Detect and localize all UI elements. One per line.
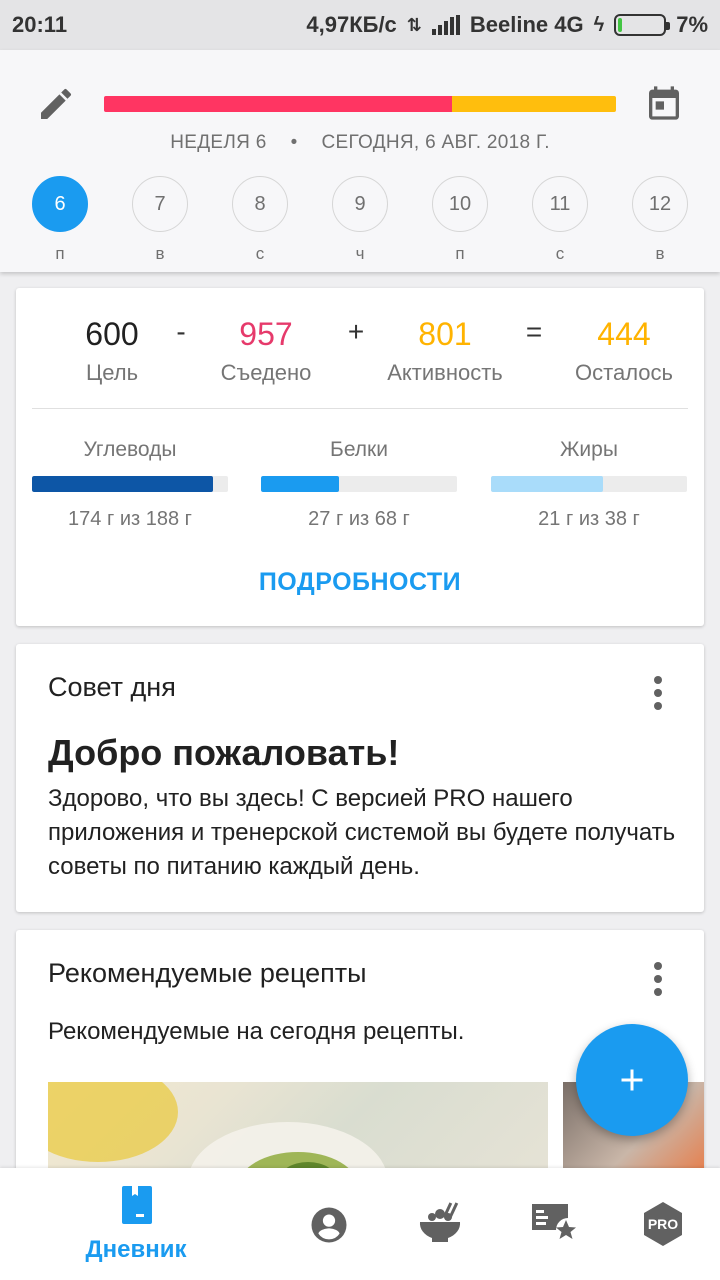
- activity-label: Активность: [387, 360, 503, 385]
- calorie-summary-card: 600 Цель - 957 Съедено + 801 Активность …: [16, 288, 704, 626]
- more-options-icon[interactable]: [654, 962, 664, 1001]
- calorie-progress-bar: [104, 96, 616, 112]
- nav-diary-label: Дневник: [85, 1236, 187, 1263]
- tip-card-title: Совет дня: [48, 672, 176, 702]
- goal-block: 600 Цель: [52, 314, 172, 386]
- status-right: 4,97КБ/с ⇅ Beeline 4G ϟ 7%: [306, 12, 708, 38]
- day-selector-item[interactable]: 12 в: [632, 176, 688, 264]
- day-letter: п: [455, 244, 465, 263]
- tip-heading: Добро пожаловать!: [48, 732, 400, 773]
- food-bowl-icon: [419, 1202, 461, 1242]
- day-selector-item[interactable]: 8с: [232, 176, 288, 264]
- macro-item: Жиры 21 г из 38 г: [491, 438, 687, 531]
- calendar-icon[interactable]: [644, 82, 684, 124]
- edit-pencil-icon[interactable]: [36, 84, 76, 124]
- more-options-icon[interactable]: [654, 676, 664, 715]
- week-label: НЕДЕЛЯ 6: [170, 132, 267, 153]
- plus-operator: +: [347, 316, 365, 347]
- day-selector-item[interactable]: 10 п: [432, 176, 488, 264]
- today-label: СЕГОДНЯ, 6 АВГ. 2018 Г.: [321, 132, 550, 153]
- goal-label: Цель: [85, 360, 139, 385]
- summary-divider: [32, 408, 688, 409]
- battery-icon: [614, 14, 671, 36]
- day-number: 11: [532, 176, 588, 232]
- eaten-label: Съедено: [220, 360, 312, 385]
- remaining-label: Осталось: [575, 360, 673, 385]
- day-letter: с: [555, 244, 565, 263]
- status-time: 20:11: [12, 12, 68, 37]
- macro-value: 27 г из 68 г: [308, 508, 410, 530]
- goal-value: 600: [85, 316, 139, 352]
- remaining-value: 444: [597, 316, 651, 352]
- nav-profile[interactable]: [300, 1168, 360, 1280]
- equals-operator: =: [525, 316, 543, 347]
- macro-progress-fill: [491, 476, 603, 492]
- activity-block: 801 Активность: [372, 314, 518, 386]
- charging-icon: ϟ: [593, 13, 605, 36]
- plus-icon: [621, 1069, 643, 1091]
- calorie-remaining-segment: [452, 96, 616, 112]
- day-selector-item[interactable]: 6п: [32, 176, 88, 264]
- nav-diary[interactable]: Дневник: [76, 1168, 196, 1280]
- add-entry-button[interactable]: [576, 1024, 688, 1136]
- diary-header: НЕДЕЛЯ 6 • СЕГОДНЯ, 6 АВГ. 2018 Г. 6п7в8с9…: [0, 50, 720, 272]
- calorie-eaten-segment: [104, 96, 453, 112]
- day-letter: в: [655, 244, 665, 263]
- nav-plans[interactable]: [524, 1168, 584, 1280]
- macro-name: Белки: [330, 438, 388, 461]
- nav-recipes[interactable]: [410, 1168, 470, 1280]
- macro-progress-track: [261, 476, 457, 492]
- diary-book-icon: [122, 1186, 152, 1224]
- day-selector-item[interactable]: 7в: [132, 176, 188, 264]
- macro-progress-fill: [261, 476, 340, 492]
- day-letter: с: [255, 244, 265, 263]
- day-selector-item[interactable]: 9ч: [332, 176, 388, 264]
- day-selector-item[interactable]: 11 с: [532, 176, 588, 264]
- eaten-block: 957 Съедено: [206, 314, 326, 386]
- tip-of-day-card: Совет дня Добро пожаловать! Здорово, что…: [16, 644, 704, 912]
- macro-progress-track: [32, 476, 228, 492]
- day-letter: п: [55, 244, 65, 263]
- macro-name: Жиры: [560, 438, 618, 461]
- macro-progress-track: [491, 476, 687, 492]
- day-letter: в: [155, 244, 165, 263]
- tip-body: Здорово, что вы здесь! С версией PRO наш…: [48, 785, 676, 880]
- day-number: 6: [32, 176, 88, 232]
- signal-icon: [431, 15, 460, 35]
- day-number: 12: [632, 176, 688, 232]
- day-letter: ч: [355, 244, 365, 263]
- bottom-navigation: Дневник PRO: [0, 1168, 720, 1280]
- activity-value: 801: [418, 316, 472, 352]
- status-bar: 20:11 4,97КБ/с ⇅ Beeline 4G ϟ 7%: [0, 0, 720, 50]
- plans-star-icon: [532, 1204, 576, 1239]
- network-speed: 4,97КБ/с: [306, 12, 397, 37]
- carrier-name: Beeline 4G: [469, 12, 584, 37]
- day-number: 7: [132, 176, 188, 232]
- macro-item: Углеводы 174 г из 188 г: [32, 438, 228, 531]
- macro-value: 174 г из 188 г: [68, 508, 192, 530]
- eaten-value: 957: [239, 316, 293, 352]
- details-button[interactable]: ПОДРОБНОСТИ: [16, 568, 704, 597]
- recipes-subtitle: Рекомендуемые на сегодня рецепты.: [48, 1018, 465, 1045]
- pro-badge-label: PRO: [647, 1216, 679, 1232]
- battery-percent: 7%: [676, 12, 708, 37]
- remaining-block: 444 Осталось: [566, 314, 682, 386]
- macro-name: Углеводы: [83, 438, 177, 461]
- calorie-equation: 600 Цель - 957 Съедено + 801 Активность …: [16, 314, 704, 394]
- minus-operator: -: [176, 316, 186, 347]
- separator-dot: •: [290, 132, 298, 153]
- profile-icon: [311, 1207, 347, 1243]
- macro-progress-fill: [32, 476, 214, 492]
- day-number: 8: [232, 176, 288, 232]
- nav-pro[interactable]: PRO: [636, 1168, 696, 1280]
- day-number: 9: [332, 176, 388, 232]
- week-date-line: НЕДЕЛЯ 6 • СЕГОДНЯ, 6 АВГ. 2018 Г.: [0, 132, 720, 154]
- battery-level: [618, 18, 622, 32]
- day-number: 10: [432, 176, 488, 232]
- data-transfer-icon: ⇅: [406, 14, 422, 35]
- macro-value: 21 г из 38 г: [538, 508, 640, 530]
- recipes-card-title: Рекомендуемые рецепты: [48, 958, 367, 988]
- macro-item: Белки 27 г из 68 г: [261, 438, 457, 531]
